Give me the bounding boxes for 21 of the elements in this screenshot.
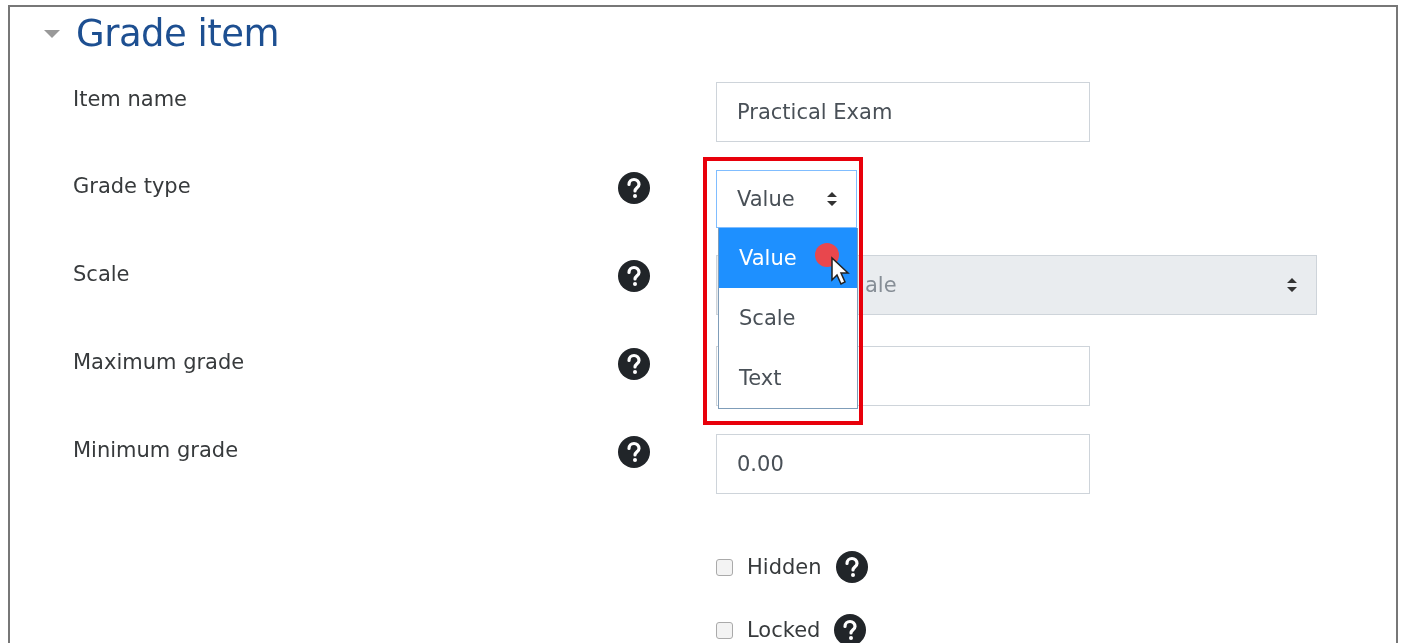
field-label: Item name [73, 86, 189, 111]
section-title: Grade item [76, 12, 280, 55]
help-icon[interactable] [835, 551, 868, 583]
sort-caret-icon [826, 190, 838, 208]
field-label: Minimum grade [73, 437, 240, 462]
help-icon[interactable] [618, 436, 650, 468]
help-icon[interactable] [618, 348, 650, 380]
text-field[interactable]: 0.00 [716, 434, 1090, 494]
field-label: Grade type [73, 173, 192, 198]
checkbox-label: Locked [747, 618, 821, 642]
help-icon[interactable] [834, 614, 867, 643]
collapse-triangle-icon[interactable] [42, 27, 62, 40]
field-label: Scale [73, 261, 131, 286]
help-icon[interactable] [618, 172, 650, 204]
checkbox[interactable] [716, 558, 733, 576]
field-label: Maximum grade [73, 349, 246, 374]
select-field[interactable]: Value [716, 170, 857, 228]
checkbox[interactable] [716, 621, 733, 639]
checkbox-label: Hidden [747, 555, 822, 579]
text-field[interactable]: Practical Exam [716, 82, 1090, 142]
sort-caret-icon [1286, 276, 1298, 294]
